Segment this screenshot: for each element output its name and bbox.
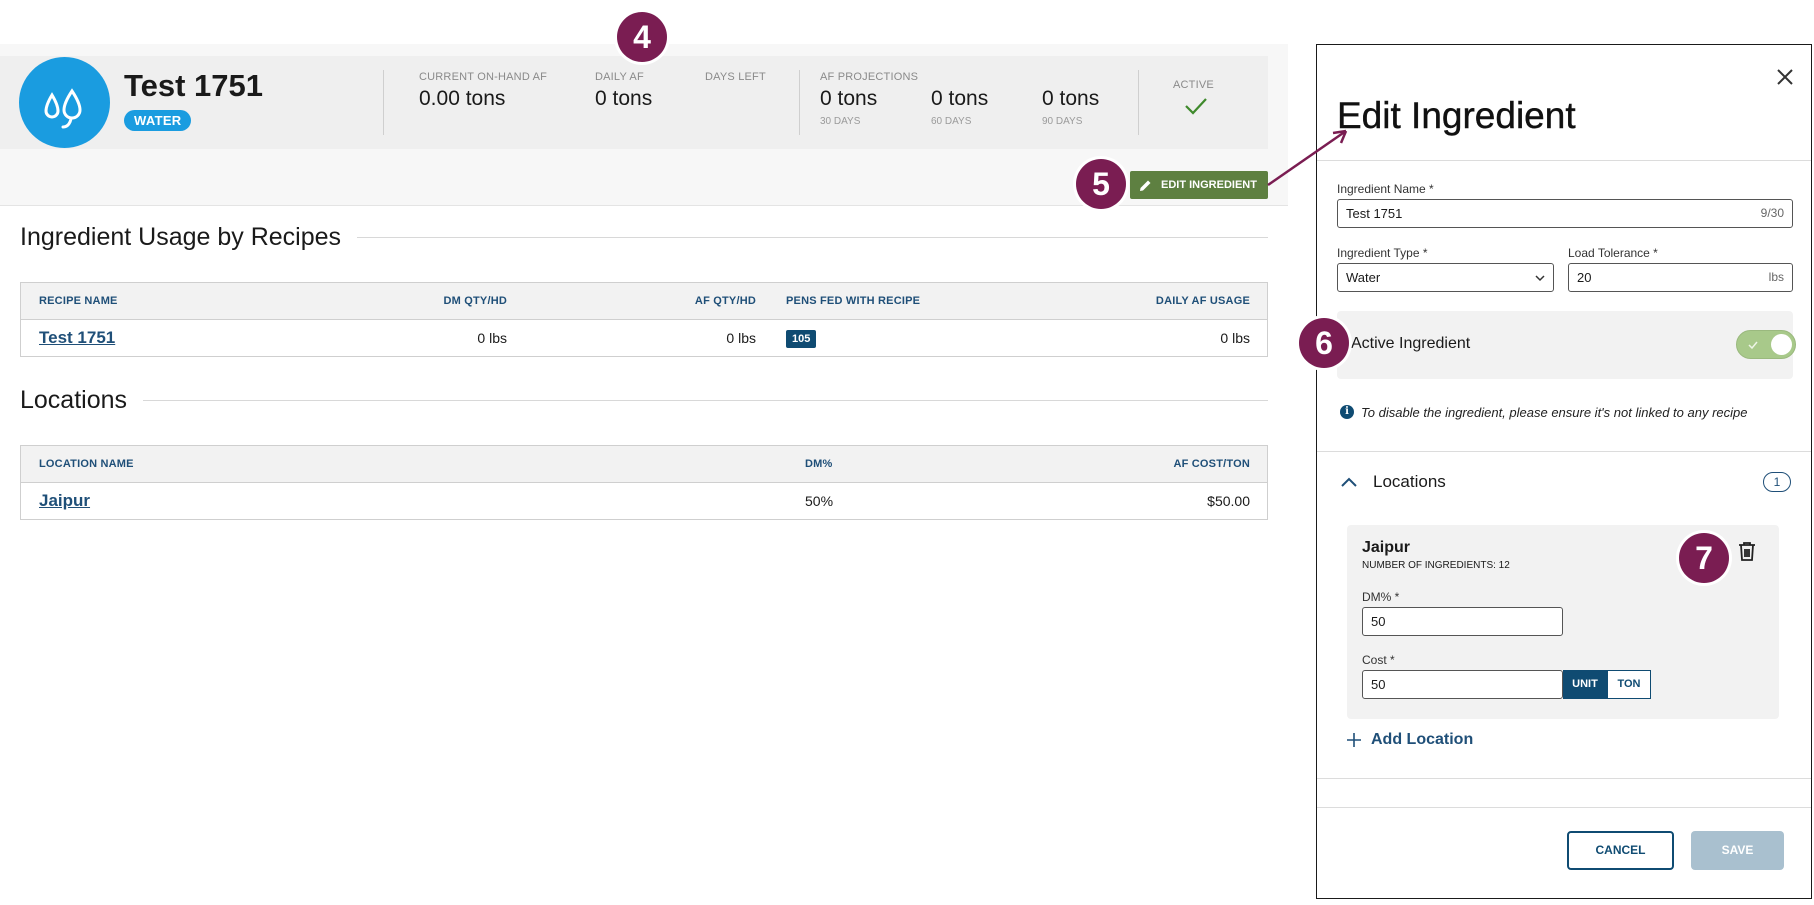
ingredient-name-input[interactable]: Test 1751 9/30 <box>1337 199 1793 228</box>
chevron-down-icon <box>1535 275 1545 282</box>
unit-option-ton[interactable]: TON <box>1607 670 1651 699</box>
col-af-qty: AF QTY/HD <box>694 295 756 307</box>
ingredient-type-select[interactable]: Water <box>1337 263 1554 292</box>
dm-qty-cell: 0 lbs <box>477 330 507 346</box>
chevron-up-icon[interactable] <box>1341 477 1357 487</box>
save-button[interactable]: SAVE <box>1691 831 1784 870</box>
cancel-button[interactable]: CANCEL <box>1567 831 1674 870</box>
projection-30-value: 0 tons <box>820 87 878 110</box>
ingredient-type-label: Ingredient Type * <box>1337 246 1428 260</box>
table-header: RECIPE NAME DM QTY/HD AF QTY/HD PENS FED… <box>21 283 1267 320</box>
days-left-label: DAYS LEFT <box>705 71 766 83</box>
pens-count-badge: 105 <box>786 330 817 348</box>
toggle-knob <box>1771 334 1792 355</box>
col-recipe-name: RECIPE NAME <box>39 295 118 307</box>
edit-ingredient-drawer: Edit Ingredient Ingredient Name * Test 1… <box>1316 44 1812 899</box>
table-row: Jaipur <box>39 491 90 511</box>
current-on-hand-value: 0.00 tons <box>419 87 506 110</box>
close-icon[interactable] <box>1775 67 1795 87</box>
edit-ingredient-button[interactable]: EDIT INGREDIENT <box>1130 171 1268 199</box>
daily-af-label: DAILY AF <box>595 71 644 83</box>
cost-unit-toggle: UNIT TON <box>1563 670 1651 699</box>
add-location-button[interactable]: Add Location <box>1347 731 1473 749</box>
table-header: LOCATION NAME DM% AF COST/TON <box>21 446 1267 483</box>
cost-value: 50 <box>1371 677 1386 692</box>
table-row: Test 1751 <box>39 328 115 348</box>
water-drop-logo-icon <box>19 57 110 148</box>
ingredient-type-badge: WATER <box>124 110 192 131</box>
load-tolerance-label: Load Tolerance * <box>1568 246 1658 260</box>
info-icon: i <box>1340 405 1354 419</box>
section-rule <box>20 400 1268 401</box>
af-qty-cell: 0 lbs <box>726 330 756 346</box>
af-projections-label: AF PROJECTIONS <box>820 71 919 83</box>
divider <box>1317 160 1811 161</box>
annotation-marker-4: 4 <box>617 12 667 62</box>
location-ingredient-count: NUMBER OF INGREDIENTS: 12 <box>1362 560 1510 571</box>
edit-ingredient-label: EDIT INGREDIENT <box>1161 179 1257 191</box>
dm-label: DM% * <box>1362 590 1400 604</box>
ingredient-title: Test 1751 <box>124 68 264 103</box>
col-dm-percent: DM% <box>805 458 833 470</box>
divider <box>1317 451 1811 452</box>
locations-count-badge: 1 <box>1763 472 1791 492</box>
projection-90-value: 0 tons <box>1042 87 1100 110</box>
daily-af-cell: 0 lbs <box>1220 330 1250 346</box>
location-link[interactable]: Jaipur <box>39 491 90 510</box>
cost-cell: $50.00 <box>1207 493 1250 509</box>
add-location-label: Add Location <box>1371 731 1474 748</box>
divider <box>799 70 800 135</box>
projection-30-period: 30 DAYS <box>820 116 861 127</box>
divider <box>1317 778 1811 779</box>
daily-af-value: 0 tons <box>595 87 653 110</box>
projection-60-value: 0 tons <box>931 87 989 110</box>
active-ingredient-label: Active Ingredient <box>1351 335 1471 352</box>
locations-accordion-title[interactable]: Locations <box>1373 472 1446 492</box>
active-ingredient-toggle[interactable] <box>1736 330 1796 359</box>
drawer-title: Edit Ingredient <box>1337 95 1576 136</box>
pencil-icon <box>1140 180 1151 191</box>
load-tolerance-value: 20 <box>1577 270 1592 285</box>
annotation-marker-6: 6 <box>1299 318 1349 368</box>
cost-label: Cost * <box>1362 653 1395 667</box>
location-card-name: Jaipur <box>1362 539 1411 556</box>
active-check-icon <box>1185 98 1207 115</box>
annotation-marker-7: 7 <box>1679 533 1729 583</box>
dm-value: 50 <box>1371 614 1386 629</box>
info-message: To disable the ingredient, please ensure… <box>1361 405 1748 420</box>
col-daily-af-usage: DAILY AF USAGE <box>1155 295 1250 307</box>
locations-section-title: Locations <box>20 386 144 415</box>
dm-input[interactable]: 50 <box>1362 607 1563 636</box>
usage-table: RECIPE NAME DM QTY/HD AF QTY/HD PENS FED… <box>20 282 1268 357</box>
current-on-hand-label: CURRENT ON-HAND AF <box>419 71 548 83</box>
col-location-name: LOCATION NAME <box>39 458 134 470</box>
divider <box>1317 807 1811 808</box>
plus-icon <box>1347 733 1361 747</box>
annotation-marker-5: 5 <box>1076 159 1126 209</box>
ingredient-name-label: Ingredient Name * <box>1337 182 1434 196</box>
col-af-cost-ton: AF COST/TON <box>1173 458 1250 470</box>
locations-table: LOCATION NAME DM% AF COST/TON Jaipur 50%… <box>20 445 1268 520</box>
unit-option-unit[interactable]: UNIT <box>1563 670 1607 699</box>
recipe-link[interactable]: Test 1751 <box>39 328 115 347</box>
load-tolerance-unit: lbs <box>1768 270 1784 284</box>
projection-90-period: 90 DAYS <box>1042 116 1083 127</box>
divider <box>1138 70 1139 135</box>
active-ingredient-row: Active Ingredient <box>1337 311 1796 379</box>
cost-input[interactable]: 50 <box>1362 670 1563 699</box>
col-dm-qty: DM QTY/HD <box>443 295 507 307</box>
load-tolerance-input[interactable]: 20 lbs <box>1568 263 1793 292</box>
ingredient-name-value: Test 1751 <box>1346 206 1403 221</box>
ingredient-type-value: Water <box>1346 270 1381 285</box>
trash-icon[interactable] <box>1738 541 1756 561</box>
toggle-check-icon <box>1748 341 1758 349</box>
character-counter: 9/30 <box>1760 206 1784 220</box>
dm-cell: 50% <box>805 493 834 509</box>
active-label: ACTIVE <box>1173 79 1214 91</box>
usage-section-title: Ingredient Usage by Recipes <box>20 223 358 252</box>
divider <box>383 70 384 135</box>
col-pens-fed: PENS FED WITH RECIPE <box>786 295 921 307</box>
projection-60-period: 60 DAYS <box>931 116 972 127</box>
